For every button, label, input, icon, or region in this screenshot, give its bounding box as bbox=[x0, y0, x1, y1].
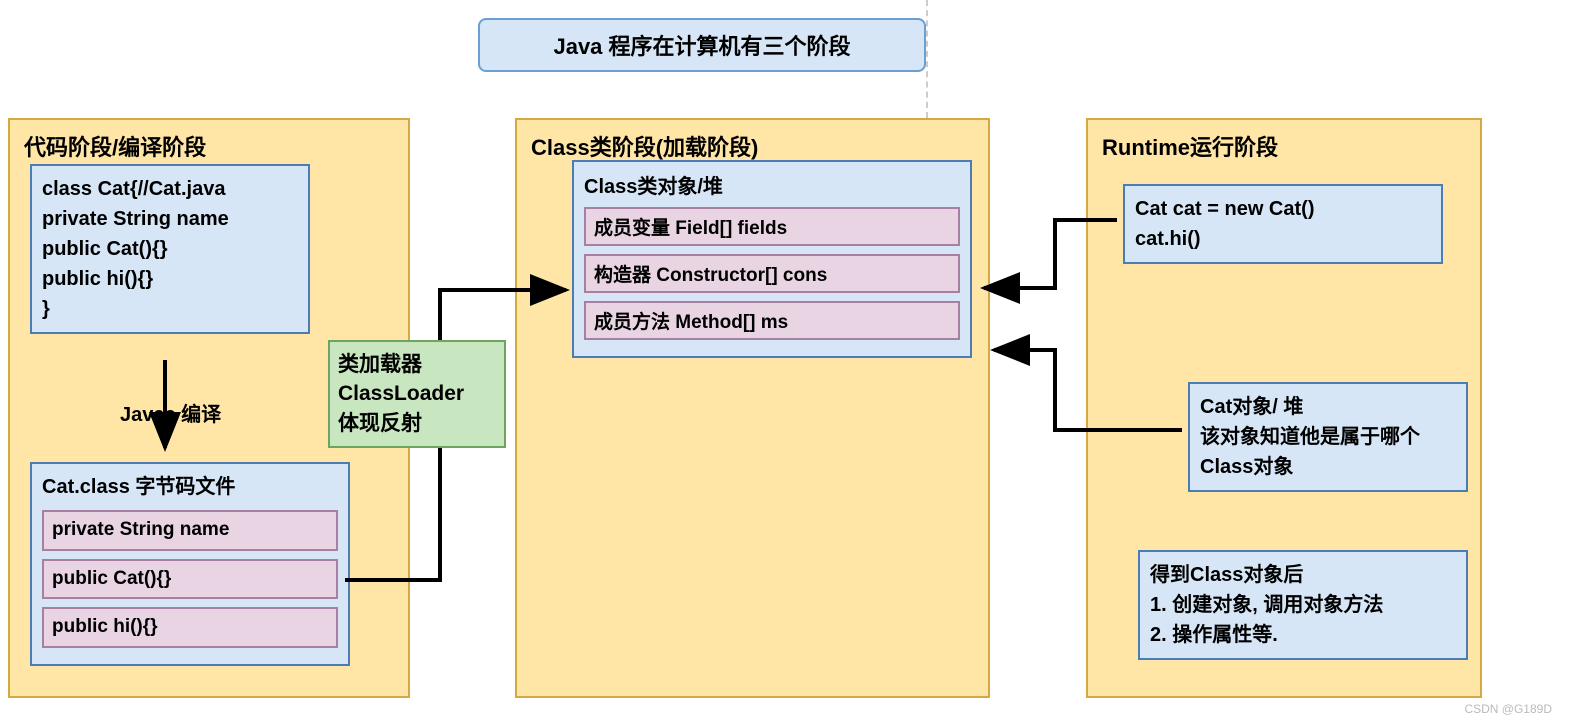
heap-item: 成员变量 Field[] fields bbox=[584, 207, 960, 246]
heap-item: 构造器 Constructor[] cons bbox=[584, 254, 960, 293]
classloader-text: 类加载器 ClassLoader 体现反射 bbox=[338, 350, 496, 438]
runtime-after-text: 得到Class对象后 1. 创建对象, 调用对象方法 2. 操作属性等. bbox=[1150, 560, 1456, 650]
runtime-heap-box: Cat对象/ 堆 该对象知道他是属于哪个Class对象 bbox=[1188, 382, 1468, 492]
dashed-divider bbox=[926, 0, 928, 118]
source-code: class Cat{//Cat.java private String name… bbox=[42, 174, 298, 324]
stage-runtime: Runtime运行阶段 Cat cat = new Cat() cat.hi()… bbox=[1086, 118, 1482, 698]
bytecode-item: public Cat(){} bbox=[42, 559, 338, 600]
bytecode-item: private String name bbox=[42, 510, 338, 551]
runtime-heap-text: Cat对象/ 堆 该对象知道他是属于哪个Class对象 bbox=[1200, 392, 1456, 482]
javac-label: Javac 编译 bbox=[120, 398, 221, 427]
heap-item: 成员方法 Method[] ms bbox=[584, 301, 960, 340]
diagram-title: Java 程序在计算机有三个阶段 bbox=[478, 18, 926, 72]
runtime-code-box: Cat cat = new Cat() cat.hi() bbox=[1123, 184, 1443, 264]
runtime-code: Cat cat = new Cat() cat.hi() bbox=[1135, 194, 1431, 254]
source-code-box: class Cat{//Cat.java private String name… bbox=[30, 164, 310, 334]
runtime-after-box: 得到Class对象后 1. 创建对象, 调用对象方法 2. 操作属性等. bbox=[1138, 550, 1468, 660]
stage1-title: 代码阶段/编译阶段 bbox=[24, 130, 394, 162]
bytecode-item: public hi(){} bbox=[42, 607, 338, 648]
classloader-box: 类加载器 ClassLoader 体现反射 bbox=[328, 340, 506, 448]
class-heap-title: Class类对象/堆 bbox=[584, 170, 960, 199]
bytecode-title: Cat.class 字节码文件 bbox=[42, 472, 338, 502]
stage2-title: Class类阶段(加载阶段) bbox=[531, 130, 974, 162]
class-heap-box: Class类对象/堆 成员变量 Field[] fields 构造器 Const… bbox=[572, 160, 972, 358]
bytecode-box: Cat.class 字节码文件 private String name publ… bbox=[30, 462, 350, 666]
stage3-title: Runtime运行阶段 bbox=[1102, 130, 1466, 162]
stage-class-load: Class类阶段(加载阶段) Class类对象/堆 成员变量 Field[] f… bbox=[515, 118, 990, 698]
watermark: CSDN @G189D bbox=[1464, 702, 1552, 716]
